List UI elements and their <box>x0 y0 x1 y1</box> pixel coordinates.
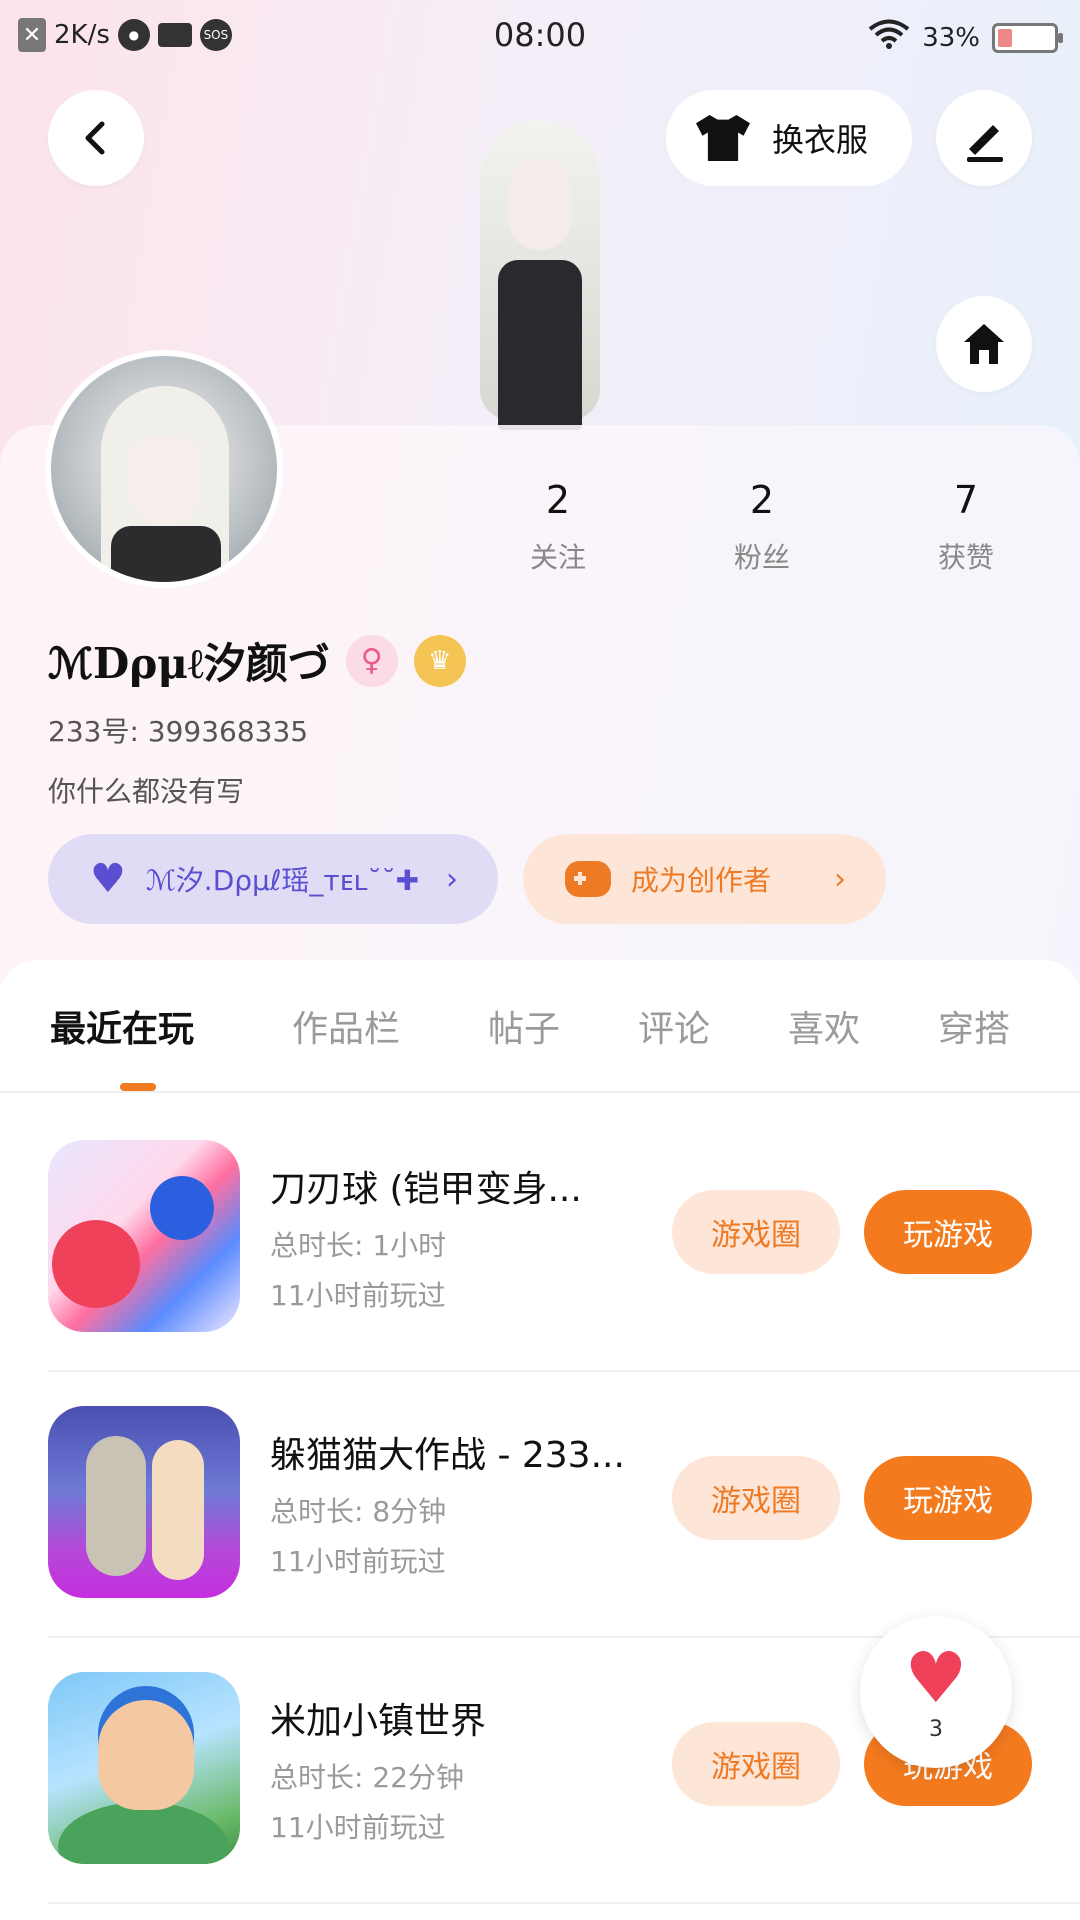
character-face <box>508 160 572 250</box>
name-row: ℳDρμℓ汐颜づ ♀ ♛ <box>48 630 466 691</box>
chevron-right-icon: › <box>446 861 458 897</box>
avatar-face <box>129 436 201 526</box>
play-game-button[interactable]: 玩游戏 <box>864 1190 1032 1274</box>
character-coat <box>498 260 582 430</box>
game-art-red-ball <box>52 1220 140 1308</box>
fan-group-label: ℳ汐.Dρμℓ瑶_ᴛᴇʟ˘˘✚ <box>145 864 420 897</box>
play-duration: 总时长: 8分钟 <box>270 1495 447 1528</box>
avatar-body <box>111 526 221 582</box>
character-model[interactable] <box>440 100 640 430</box>
active-tab-indicator <box>120 1083 156 1091</box>
stat-likes[interactable]: 7 获赞 <box>886 478 1046 576</box>
floating-like-button[interactable]: ♥ 3 <box>860 1616 1012 1768</box>
become-creator-button[interactable]: 成为创作者 › <box>523 834 886 924</box>
tab-posts[interactable]: 帖子 <box>488 1000 560 1052</box>
game-art-blue-ball <box>150 1176 214 1240</box>
game-title: 米加小镇世界 <box>270 1701 487 1742</box>
house-icon <box>964 324 1004 364</box>
crown-icon[interactable]: ♛ <box>413 634 466 687</box>
game-circle-button[interactable]: 游戏圈 <box>672 1722 840 1806</box>
play-game-button[interactable]: 玩游戏 <box>864 1456 1032 1540</box>
divider <box>0 1091 1080 1093</box>
followers-label: 粉丝 <box>733 541 790 574</box>
battery-icon <box>992 22 1063 53</box>
game-art-kid <box>98 1700 194 1810</box>
chevron-right-icon: › <box>834 861 846 897</box>
play-duration: 总时长: 1小时 <box>270 1229 447 1262</box>
user-id: 233号: 399368335 <box>48 715 309 748</box>
gamepad-icon <box>565 861 611 897</box>
tab-bar: 最近在玩 作品栏 帖子 评论 喜欢 穿搭 <box>0 1000 1080 1090</box>
pencil-icon <box>967 125 1003 162</box>
game-icon[interactable] <box>48 1140 240 1332</box>
tab-comments[interactable]: 评论 <box>638 1000 710 1052</box>
avatar[interactable] <box>45 350 283 588</box>
status-right: 33% <box>868 18 1063 57</box>
tab-recently-played[interactable]: 最近在玩 <box>50 1000 194 1052</box>
battery-percent: 33% <box>922 22 980 53</box>
following-label: 关注 <box>529 541 586 574</box>
tab-outfits[interactable]: 穿搭 <box>938 1000 1010 1052</box>
game-icon[interactable] <box>48 1672 240 1864</box>
list-item[interactable]: 躲猫猫大作战 - 233... 总时长: 8分钟 11小时前玩过 游戏圈 玩游戏 <box>48 1406 1032 1672</box>
game-circle-button[interactable]: 游戏圈 <box>672 1456 840 1540</box>
female-icon: ♀ <box>345 634 398 687</box>
game-art-globe <box>58 1802 228 1864</box>
divider <box>48 1370 1080 1372</box>
likes-label: 获赞 <box>937 541 994 574</box>
stat-followers[interactable]: 2 粉丝 <box>682 478 842 576</box>
shirt-icon <box>696 115 750 161</box>
change-outfit-label: 换衣服 <box>772 121 869 159</box>
game-title: 躲猫猫大作战 - 233... <box>270 1435 625 1476</box>
likes-count: 7 <box>953 478 979 522</box>
game-art-character <box>152 1440 204 1580</box>
stat-following[interactable]: 2 关注 <box>478 478 638 576</box>
following-count: 2 <box>545 478 571 522</box>
fan-group-button[interactable]: ♥ ℳ汐.Dρμℓ瑶_ᴛᴇʟ˘˘✚ › <box>48 834 498 924</box>
status-bar: ✕ 2K/s ● SOS 08:00 33% <box>0 0 1080 72</box>
username: ℳDρμℓ汐颜づ <box>48 639 330 688</box>
play-duration: 总时长: 22分钟 <box>270 1761 464 1794</box>
heart-icon: ♥ <box>904 1636 968 1719</box>
become-creator-label: 成为创作者 <box>631 864 772 897</box>
home-button[interactable] <box>936 296 1032 392</box>
change-outfit-button[interactable]: 换衣服 <box>666 90 912 186</box>
game-icon[interactable] <box>48 1406 240 1598</box>
chevron-left-icon <box>85 121 105 155</box>
back-button[interactable] <box>48 90 144 186</box>
divider <box>48 1902 1080 1904</box>
list-item[interactable]: 刀刃球 (铠甲变身... 总时长: 1小时 11小时前玩过 游戏圈 玩游戏 <box>48 1140 1032 1406</box>
tab-works[interactable]: 作品栏 <box>292 1000 400 1052</box>
last-played: 11小时前玩过 <box>270 1545 446 1578</box>
last-played: 11小时前玩过 <box>270 1811 446 1844</box>
edit-profile-button[interactable] <box>936 90 1032 186</box>
last-played: 11小时前玩过 <box>270 1279 446 1312</box>
game-art-ostrich <box>86 1436 146 1576</box>
game-circle-button[interactable]: 游戏圈 <box>672 1190 840 1274</box>
like-count: 3 <box>929 1716 943 1742</box>
heart-icon: ♥ <box>90 856 126 902</box>
followers-count: 2 <box>749 478 775 522</box>
wifi-icon <box>868 18 910 57</box>
tab-likes[interactable]: 喜欢 <box>788 1000 860 1052</box>
game-title: 刀刃球 (铠甲变身... <box>270 1169 582 1210</box>
bio: 你什么都没有写 <box>48 775 245 808</box>
